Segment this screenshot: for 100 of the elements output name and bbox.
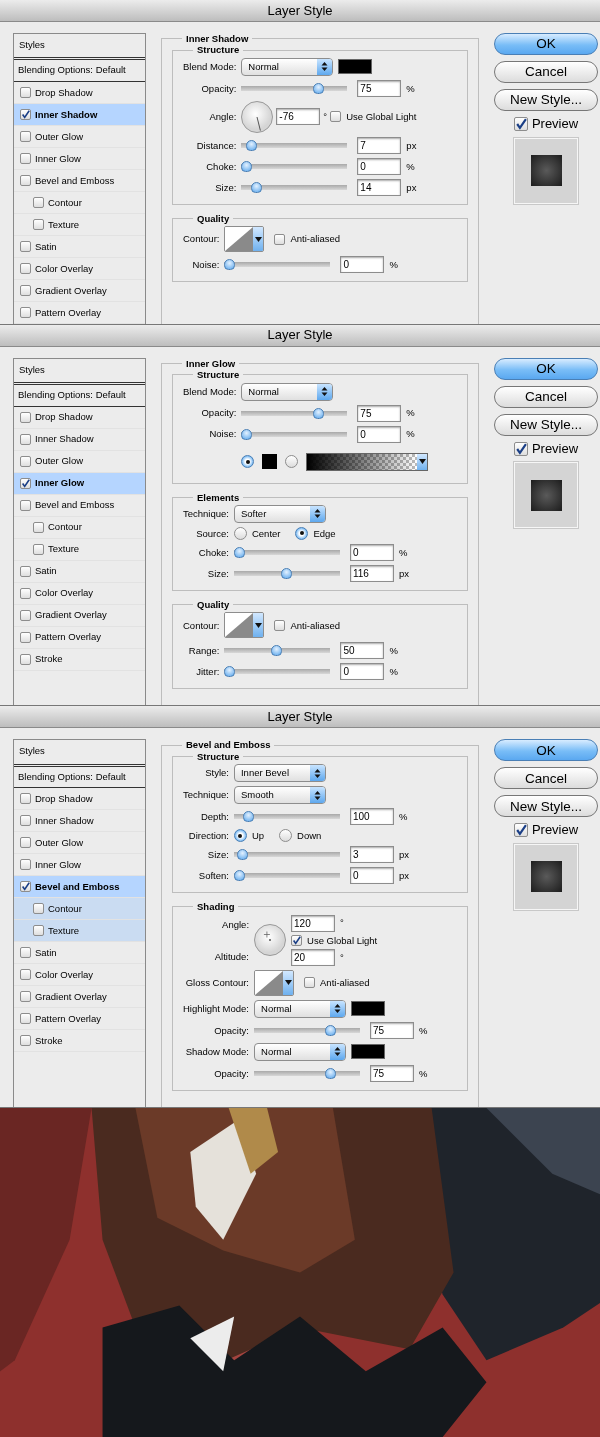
- number-field[interactable]: 0: [357, 425, 402, 443]
- slider-thumb[interactable]: [325, 1067, 337, 1079]
- slider-thumb[interactable]: [241, 428, 253, 440]
- number-field[interactable]: 100: [349, 808, 394, 826]
- checkbox[interactable]: [33, 196, 44, 208]
- checkbox[interactable]: [20, 411, 31, 423]
- list-item[interactable]: Blending Options: Default: [18, 770, 126, 782]
- number-field[interactable]: 0: [340, 663, 385, 681]
- number-field[interactable]: 0: [340, 256, 385, 274]
- dropdown[interactable]: Normal: [254, 999, 346, 1018]
- checkbox[interactable]: [20, 130, 31, 142]
- style-item[interactable]: Satin: [14, 942, 145, 965]
- checkbox-label[interactable]: Anti-aliased: [290, 233, 341, 245]
- checkbox[interactable]: [513, 441, 528, 456]
- checkbox[interactable]: [20, 969, 31, 981]
- contour-picker[interactable]: [254, 969, 294, 996]
- style-item[interactable]: Contour: [14, 898, 145, 921]
- number-field[interactable]: 75: [370, 1021, 414, 1039]
- checkbox-label[interactable]: Preview: [531, 440, 579, 457]
- radio-button[interactable]: [241, 455, 255, 469]
- number-field[interactable]: 7: [357, 136, 402, 154]
- slider-thumb[interactable]: [325, 1024, 337, 1036]
- checkbox-label[interactable]: Anti-aliased: [290, 619, 341, 632]
- checkbox[interactable]: [20, 815, 31, 827]
- checkbox[interactable]: [33, 218, 44, 230]
- checkbox[interactable]: [20, 587, 31, 599]
- number-field[interactable]: 116: [349, 564, 394, 582]
- list-header[interactable]: Styles: [19, 745, 45, 757]
- style-item[interactable]: Gradient Overlay: [14, 279, 145, 302]
- color-swatch[interactable]: [351, 1001, 385, 1017]
- radio-button[interactable]: [233, 526, 247, 540]
- radio-button[interactable]: [233, 829, 247, 843]
- checkbox[interactable]: [33, 543, 44, 555]
- checkbox[interactable]: [20, 455, 31, 467]
- list-item[interactable]: Blending Options: Default: [18, 64, 126, 76]
- slider-thumb[interactable]: [271, 645, 282, 657]
- style-item[interactable]: Inner Glow: [14, 472, 145, 495]
- angle-dial[interactable]: [254, 924, 286, 957]
- style-item[interactable]: Inner Shadow: [14, 103, 145, 126]
- checkbox-label[interactable]: Use Global Light: [307, 934, 378, 946]
- style-item[interactable]: Gradient Overlay: [14, 604, 145, 627]
- style-item[interactable]: Contour: [14, 191, 145, 214]
- checkbox[interactable]: [20, 152, 31, 164]
- checkbox[interactable]: [20, 262, 31, 274]
- radio-label[interactable]: Center: [251, 527, 281, 540]
- checkbox-label[interactable]: Preview: [531, 116, 579, 132]
- style-item[interactable]: Gradient Overlay: [14, 986, 145, 1009]
- checkbox[interactable]: [20, 174, 31, 186]
- number-field[interactable]: 3: [349, 846, 394, 864]
- checkbox[interactable]: [20, 653, 31, 665]
- style-item[interactable]: Contour: [14, 516, 145, 539]
- radio-label[interactable]: Down: [297, 829, 322, 842]
- checkbox[interactable]: [513, 823, 528, 838]
- number-field[interactable]: 0: [349, 867, 394, 885]
- checkbox[interactable]: [20, 108, 31, 120]
- checkbox[interactable]: [20, 837, 31, 849]
- style-item[interactable]: Color Overlay: [14, 582, 145, 605]
- checkbox[interactable]: [20, 793, 31, 805]
- dropdown[interactable]: Smooth: [233, 786, 326, 805]
- checkbox[interactable]: [20, 947, 31, 959]
- angle-dial[interactable]: [241, 100, 274, 133]
- gradient-picker[interactable]: [306, 452, 429, 471]
- dropdown[interactable]: Normal: [241, 382, 334, 401]
- dropdown[interactable]: Inner Bevel: [233, 764, 326, 783]
- style-item[interactable]: Bevel and Emboss: [14, 494, 145, 517]
- checkbox[interactable]: [33, 521, 44, 533]
- checkbox[interactable]: [20, 477, 31, 489]
- slider-thumb[interactable]: [312, 82, 324, 94]
- style-item[interactable]: Color Overlay: [14, 257, 145, 280]
- color-swatch[interactable]: [262, 454, 278, 470]
- style-item[interactable]: Drop Shadow: [14, 406, 145, 429]
- list-item[interactable]: Blending Options: Default: [18, 389, 126, 401]
- checkbox[interactable]: [330, 111, 342, 123]
- style-item[interactable]: Texture: [14, 538, 145, 561]
- radio-button[interactable]: [285, 455, 299, 469]
- dropdown[interactable]: Softer: [233, 504, 326, 523]
- style-item[interactable]: Texture: [14, 920, 145, 943]
- dialog-button[interactable]: Cancel: [494, 767, 598, 790]
- checkbox[interactable]: [291, 934, 302, 946]
- checkbox[interactable]: [20, 306, 31, 318]
- checkbox-label[interactable]: Anti-aliased: [320, 977, 370, 989]
- style-item[interactable]: Bevel and Emboss: [14, 876, 145, 899]
- style-item[interactable]: Color Overlay: [14, 964, 145, 987]
- contour-picker[interactable]: [224, 226, 265, 253]
- radio-label[interactable]: Up: [251, 829, 265, 842]
- number-field[interactable]: 14: [357, 178, 402, 196]
- list-header[interactable]: Styles: [19, 39, 45, 50]
- style-item[interactable]: Satin: [14, 560, 145, 583]
- checkbox[interactable]: [20, 991, 31, 1003]
- number-field[interactable]: -76: [276, 108, 321, 126]
- checkbox[interactable]: [20, 86, 31, 98]
- checkbox[interactable]: [274, 233, 286, 245]
- slider-thumb[interactable]: [236, 849, 248, 861]
- checkbox[interactable]: [20, 631, 31, 643]
- style-item[interactable]: Outer Glow: [14, 125, 145, 148]
- dialog-button[interactable]: New Style...: [494, 89, 598, 111]
- slider-thumb[interactable]: [246, 139, 258, 151]
- number-field[interactable]: 75: [370, 1064, 414, 1082]
- color-swatch[interactable]: [338, 59, 373, 75]
- slider-thumb[interactable]: [250, 181, 262, 193]
